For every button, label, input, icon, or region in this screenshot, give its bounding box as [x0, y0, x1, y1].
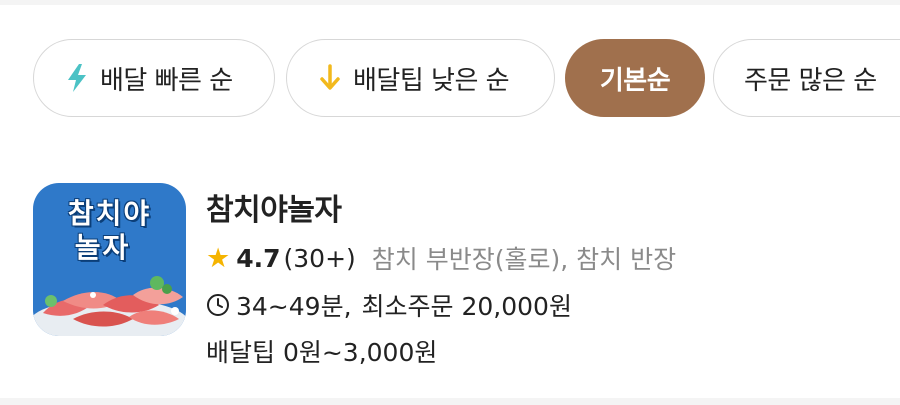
delivery-time: 34~49분,	[236, 292, 352, 321]
sort-chip-default[interactable]: 기본순	[565, 39, 705, 117]
sort-chip-low-tip[interactable]: 배달팁 낮은 순	[286, 39, 555, 117]
star-icon: ★	[206, 242, 231, 274]
store-thumbnail[interactable]: 참치야 놀자	[33, 183, 186, 336]
thumbnail-line1: 참치야	[67, 197, 152, 230]
delivery-info-line: 34~49분, 최소주문 20,000원	[206, 287, 572, 323]
sort-chip-fast-delivery[interactable]: 배달 빠른 순	[33, 39, 275, 117]
store-list-panel: 배달 빠른 순 배달팁 낮은 순 기본순 주문 많은 순 참치야 놀자 참치야놀…	[0, 5, 900, 398]
review-count: (30+)	[283, 243, 356, 273]
sort-chip-most-orders[interactable]: 주문 많은 순	[713, 39, 900, 117]
lightning-icon	[64, 63, 90, 93]
sort-chip-label: 주문 많은 순	[744, 65, 877, 96]
sort-chip-label: 배달팁 낮은 순	[353, 65, 510, 96]
clock-icon	[206, 293, 230, 317]
store-name[interactable]: 참치야놀자	[206, 185, 342, 229]
min-order: 최소주문 20,000원	[361, 292, 572, 321]
sort-chip-label: 배달 빠른 순	[100, 65, 233, 96]
sort-chip-label: 기본순	[599, 65, 671, 96]
sort-chip-row: 배달 빠른 순 배달팁 낮은 순 기본순 주문 많은 순	[0, 39, 900, 119]
rating-value: 4.7	[236, 243, 281, 273]
rating-line: ★ 4.7 (30+) 참치 부반장(홀로), 참치 반장	[206, 240, 676, 276]
delivery-tip: 배달팁 0원~3,000원	[206, 338, 438, 367]
arrow-down-icon	[317, 63, 343, 93]
menu-summary: 참치 부반장(홀로), 참치 반장	[371, 245, 677, 274]
thumbnail-title: 참치야 놀자	[33, 197, 186, 265]
thumbnail-line2: 놀자	[74, 231, 131, 264]
tuna-platter-image	[33, 276, 186, 336]
